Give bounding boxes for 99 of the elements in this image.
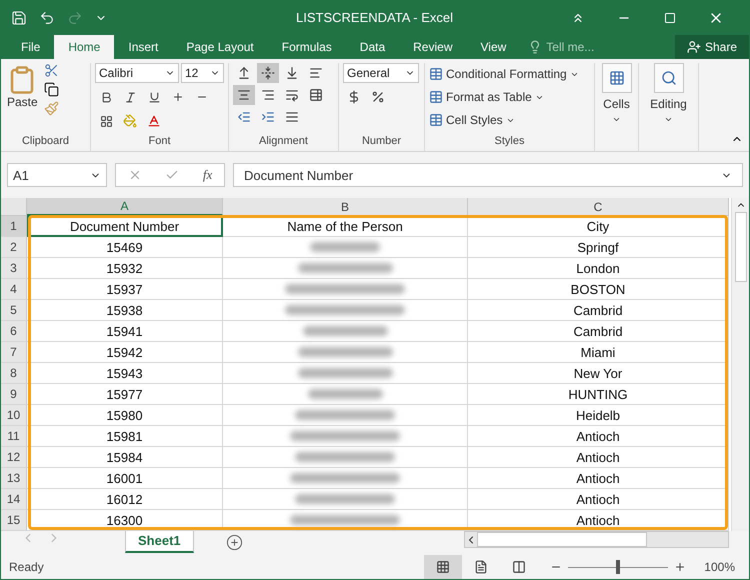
table-cell: Heidelb: [468, 405, 729, 426]
table-cell: Document Number: [27, 216, 223, 237]
table-cell: 15932: [27, 258, 223, 279]
row-header[interactable]: 8: [1, 363, 27, 384]
column-header[interactable]: A: [27, 198, 223, 216]
dropdown-icon: [664, 115, 673, 124]
table-cell: 15941: [27, 321, 223, 342]
row-header[interactable]: 3: [1, 258, 27, 279]
table-cell: Cambrid: [468, 300, 729, 321]
align-middle-icon[interactable]: [257, 63, 279, 83]
table-cell: 16001: [27, 468, 223, 489]
insert-function-button[interactable]: fx: [202, 167, 212, 183]
undo-icon[interactable]: [39, 10, 55, 26]
row-header[interactable]: 12: [1, 447, 27, 468]
align-center-icon[interactable]: [233, 85, 255, 105]
table-cell: Springf: [468, 237, 729, 258]
table-cell: Name of the Person: [223, 216, 468, 237]
table-cell: 16012: [27, 489, 223, 510]
table-cell: Antioch: [468, 468, 729, 489]
table-cell: New Yor: [468, 363, 729, 384]
add-sheet-icon[interactable]: [226, 534, 243, 551]
dropdown-icon: [612, 115, 621, 124]
table-cell: 15984: [27, 447, 223, 468]
table-cell: 15938: [27, 300, 223, 321]
ribbon-tab[interactable]: View: [466, 35, 520, 59]
group-label: Clipboard: [20, 135, 70, 149]
table-cell: London: [468, 258, 729, 279]
row-header[interactable]: 11: [1, 426, 27, 447]
window-title: LISTSCREENDATA - Excel: [296, 10, 454, 25]
number-format-field[interactable]: General: [343, 63, 419, 83]
table-cell: 15469: [27, 237, 223, 258]
row-header[interactable]: 9: [1, 384, 27, 405]
ribbon-tab[interactable]: Page Layout: [172, 35, 268, 59]
table-icon: [429, 113, 443, 127]
search-icon: [660, 70, 676, 86]
row-header[interactable]: 10: [1, 405, 27, 426]
ribbon-tab[interactable]: Insert: [114, 35, 172, 59]
font-name-field[interactable]: Calibri: [95, 63, 179, 83]
table-cell: 15942: [27, 342, 223, 363]
group-label: Styles: [494, 135, 526, 149]
table-icon: [429, 90, 443, 104]
group-label: Alignment: [258, 135, 309, 149]
share-button[interactable]: Share: [674, 35, 749, 59]
row-header[interactable]: 13: [1, 468, 27, 489]
column-header[interactable]: C: [468, 198, 729, 216]
user-icon: [686, 40, 701, 54]
ribbon-tab[interactable]: Formulas: [268, 35, 346, 59]
zoom-in-icon[interactable]: [674, 561, 686, 573]
scroll-thumb[interactable]: [734, 212, 746, 282]
editing-button[interactable]: Editing: [643, 63, 694, 124]
style-menu-button[interactable]: Format as Table: [429, 86, 590, 108]
row-header[interactable]: 4: [1, 279, 27, 300]
cut-icon[interactable]: [44, 63, 59, 78]
group-label: Number: [360, 135, 402, 149]
ribbon-tab[interactable]: File: [7, 35, 54, 59]
zoom-thumb[interactable]: [616, 560, 620, 574]
ribbon-tab[interactable]: Home: [54, 35, 114, 59]
table-cell: 15943: [27, 363, 223, 384]
formula-field[interactable]: Document Number: [233, 163, 743, 187]
table-cell: BOSTON: [468, 279, 729, 300]
zoom-reading: 100%: [704, 560, 735, 574]
table-cell: Miami: [468, 342, 729, 363]
table-icon: [429, 67, 443, 81]
row-header[interactable]: 6: [1, 321, 27, 342]
paste-button[interactable]: Paste: [5, 63, 40, 135]
maximize-icon[interactable]: [664, 12, 676, 24]
table-cell: 15981: [27, 426, 223, 447]
style-menu-button[interactable]: Conditional Formatting: [429, 63, 590, 85]
save-icon[interactable]: [11, 10, 27, 26]
name-box[interactable]: A1: [7, 163, 107, 187]
row-header[interactable]: 1: [1, 216, 27, 237]
table-cell: City: [468, 216, 729, 237]
table-cell: 15977: [27, 384, 223, 405]
style-menu-button[interactable]: Cell Styles: [429, 109, 590, 131]
table-cell: Cambrid: [468, 321, 729, 342]
table-cell: 15937: [27, 279, 223, 300]
row-header[interactable]: 14: [1, 489, 27, 510]
normal-view-icon[interactable]: [424, 555, 462, 579]
table-cell: Antioch: [468, 489, 729, 510]
sheet-tab[interactable]: Sheet1: [125, 531, 194, 553]
row-header[interactable]: 15: [1, 510, 27, 531]
cells-button[interactable]: Cells: [599, 63, 634, 124]
group-label: Font: [147, 135, 172, 149]
table-cell: Antioch: [468, 426, 729, 447]
status-text: Ready: [9, 560, 45, 574]
copy-icon[interactable]: [44, 82, 59, 97]
table-cell: 15980: [27, 405, 223, 426]
column-header[interactable]: B: [223, 198, 468, 216]
font-size-field[interactable]: 12: [180, 63, 224, 83]
table-cell: Antioch: [468, 447, 729, 468]
grid-icon: [608, 70, 624, 86]
row-header[interactable]: 5: [1, 300, 27, 321]
ribbon-tab[interactable]: Review: [399, 35, 466, 59]
scroll-thumb[interactable]: [477, 532, 647, 547]
row-header[interactable]: 2: [1, 237, 27, 258]
row-header[interactable]: 7: [1, 342, 27, 363]
ribbon-tab[interactable]: Data: [346, 35, 400, 59]
horizontal-scrollbar[interactable]: [464, 531, 729, 548]
table-cell: HUNTING: [468, 384, 729, 405]
